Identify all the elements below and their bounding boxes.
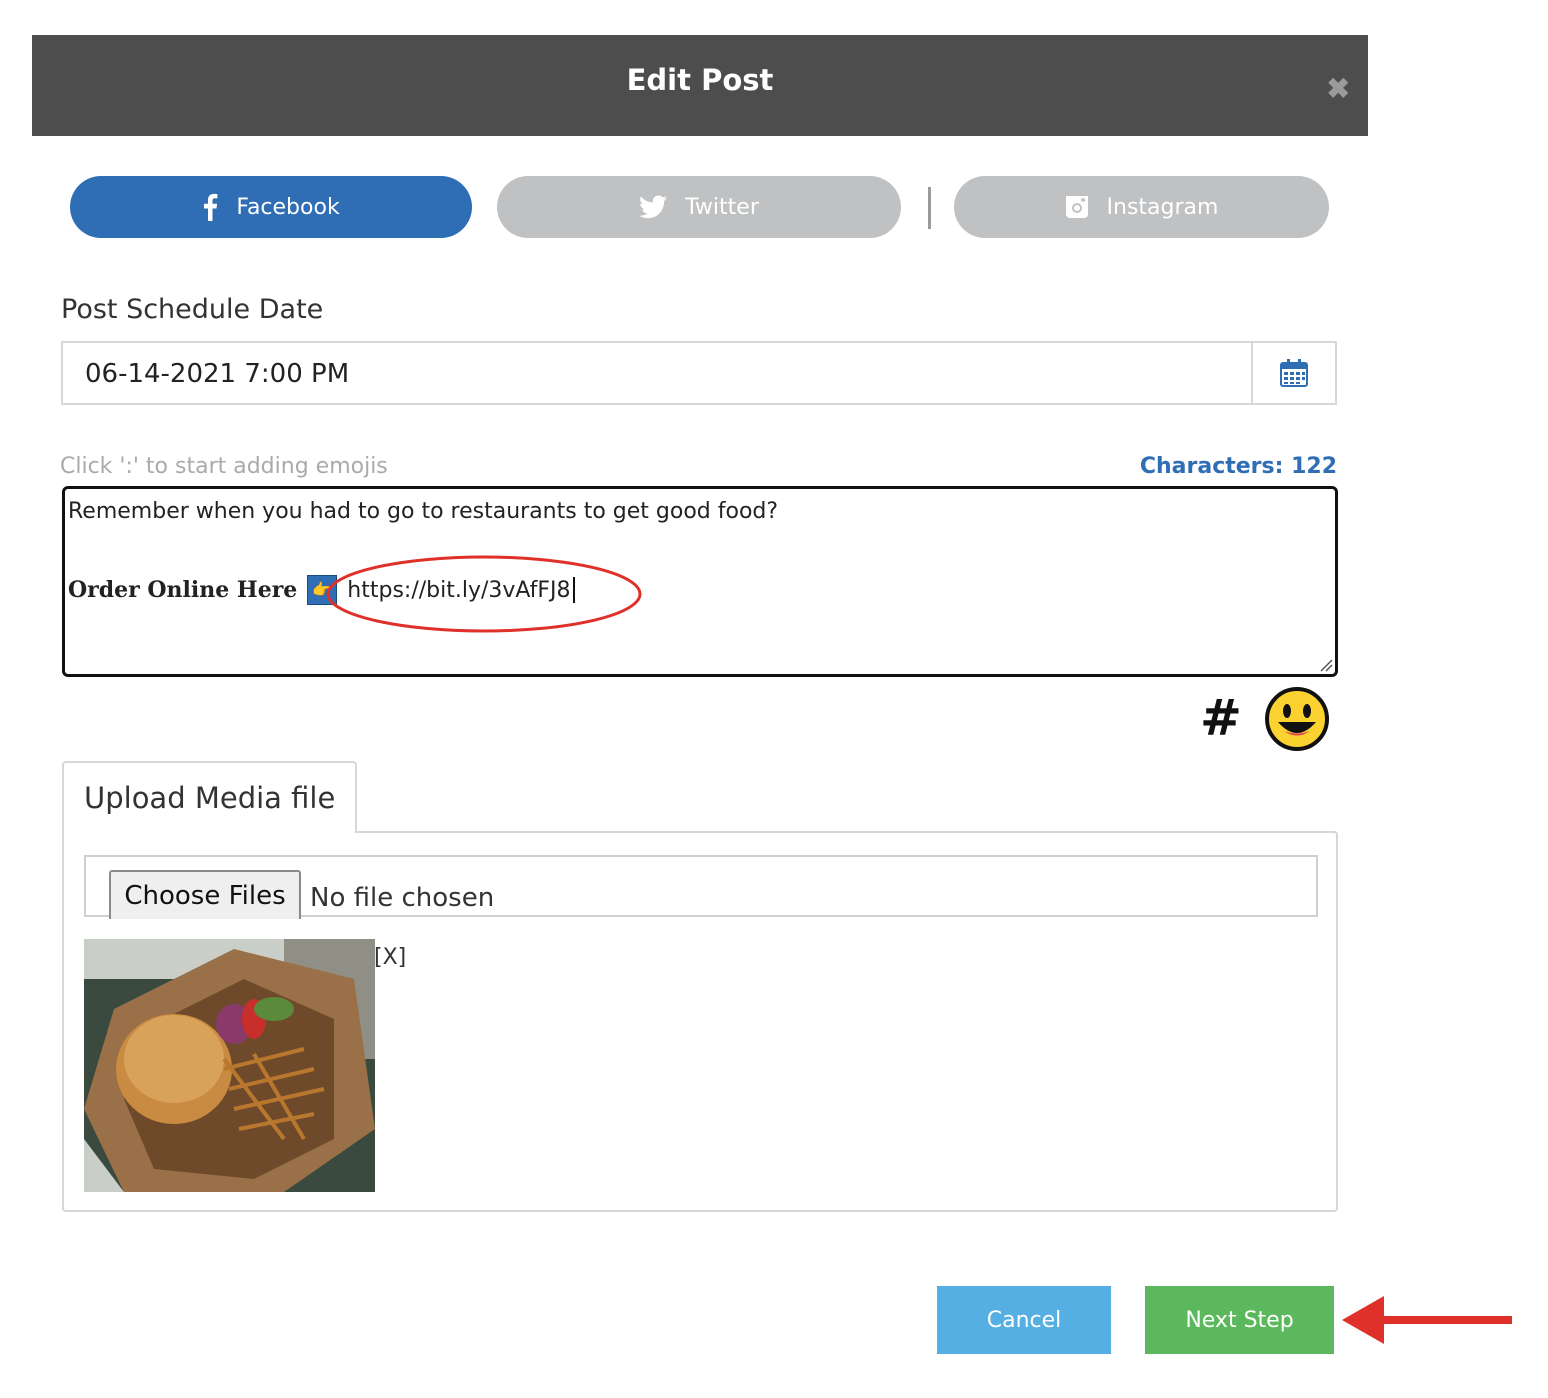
post-text-line-1: Remember when you had to go to restauran… — [68, 499, 779, 524]
schedule-date-field[interactable]: 06-14-2021 7:00 PM — [61, 341, 1337, 405]
choose-files-button[interactable]: Choose Files — [109, 870, 301, 919]
schedule-date-label: Post Schedule Date — [61, 294, 324, 325]
modal-header: Edit Post ✖ — [32, 35, 1368, 136]
hashtag-button[interactable]: # — [1200, 688, 1242, 748]
resize-grip-icon[interactable] — [1317, 656, 1333, 672]
facebook-button[interactable]: Facebook — [70, 176, 472, 238]
calendar-icon — [1280, 359, 1308, 387]
upload-panel: Choose Files No file chosen [X] — [62, 831, 1338, 1212]
divider — [928, 187, 931, 229]
facebook-label: Facebook — [236, 194, 340, 220]
calendar-button[interactable] — [1251, 343, 1335, 403]
schedule-date-value[interactable]: 06-14-2021 7:00 PM — [85, 359, 349, 389]
media-thumbnail — [84, 939, 375, 1192]
link-highlight-ellipse — [326, 555, 642, 633]
twitter-icon — [639, 195, 668, 219]
file-input[interactable]: Choose Files No file chosen — [84, 855, 1318, 919]
red-arrow-annotation — [1342, 1296, 1512, 1344]
instagram-button[interactable]: Instagram — [954, 176, 1329, 238]
tab-upload-media[interactable]: Upload Media file — [62, 761, 357, 833]
cancel-button[interactable]: Cancel — [937, 1286, 1111, 1354]
instagram-label: Instagram — [1106, 194, 1219, 220]
twitter-button[interactable]: Twitter — [497, 176, 901, 238]
next-step-button[interactable]: Next Step — [1145, 1286, 1334, 1354]
tab-upload-media-label: Upload Media file — [84, 781, 336, 815]
order-online-label: Order Online Here — [68, 577, 298, 603]
no-file-text: No file chosen — [310, 883, 495, 913]
post-textarea[interactable]: Remember when you had to go to restauran… — [62, 486, 1338, 677]
twitter-label: Twitter — [685, 194, 759, 220]
close-icon[interactable]: ✖ — [1327, 75, 1350, 103]
remove-media-button[interactable]: [X] — [374, 945, 406, 970]
facebook-icon — [202, 193, 218, 221]
smiley-icon[interactable] — [1264, 686, 1330, 752]
character-count: Characters: 122 — [1139, 454, 1337, 479]
modal-title: Edit Post — [626, 63, 774, 97]
instagram-icon — [1065, 195, 1089, 219]
emoji-hint: Click ':' to start adding emojis — [60, 454, 388, 479]
